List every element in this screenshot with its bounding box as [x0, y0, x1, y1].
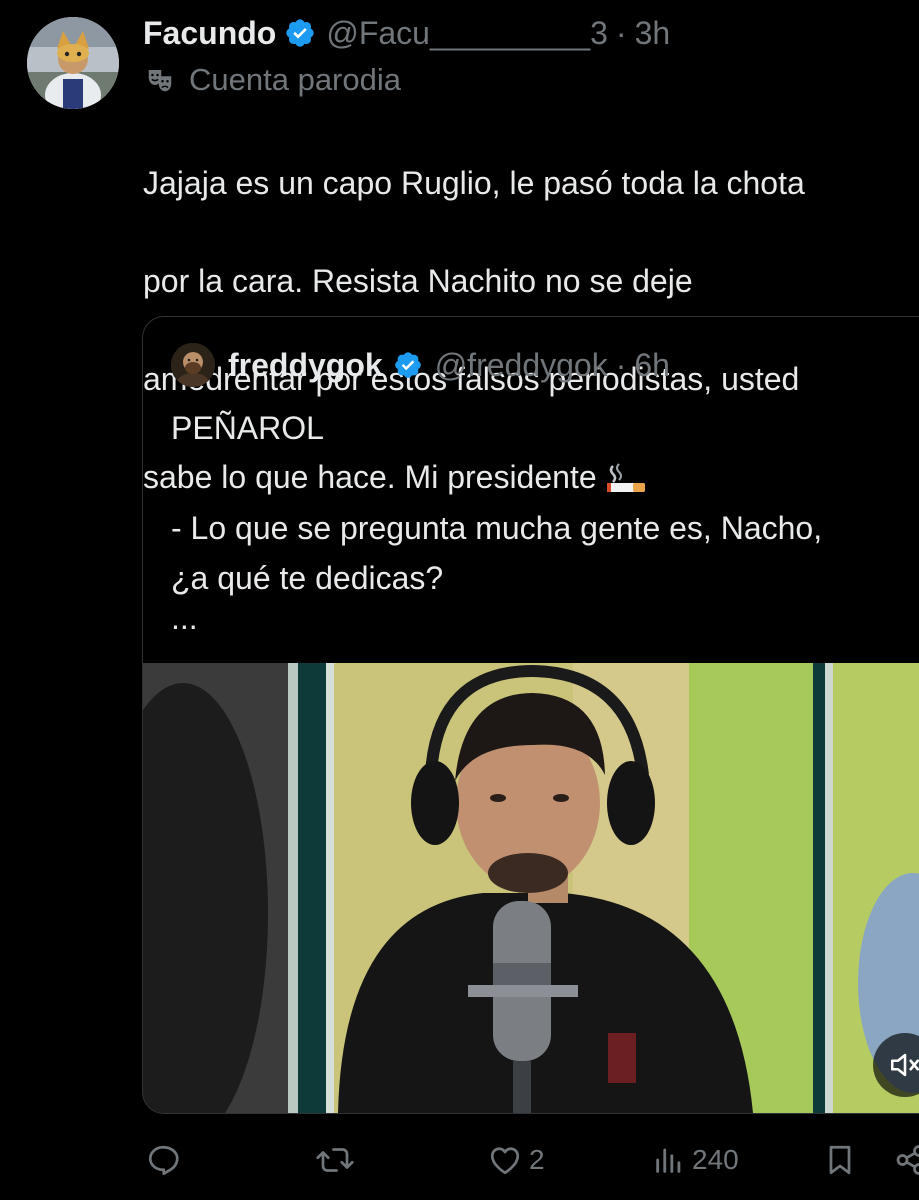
quoted-handle[interactable]: @freddygok — [435, 347, 608, 384]
quoted-text-line: ¿a qué te dedicas? — [171, 560, 444, 596]
tweet[interactable]: Facundo @Facu_________3 · 3h Cuenta paro… — [0, 0, 919, 1200]
share-button[interactable] — [895, 1135, 919, 1185]
author-handle[interactable]: @Facu_________3 — [326, 15, 608, 52]
author-display-name[interactable]: Facundo — [143, 15, 276, 52]
views-count: 240 — [692, 1144, 739, 1175]
theater-masks-icon — [145, 65, 175, 95]
quoted-author-avatar[interactable] — [171, 343, 215, 387]
tweet-text-line: Jajaja es un capo Ruglio, le pasó toda l… — [143, 165, 805, 201]
bookmark-icon — [829, 1145, 851, 1175]
header-separator: · — [615, 14, 627, 51]
reply-button[interactable] — [145, 1135, 181, 1185]
quoted-tweet[interactable]: freddygok @freddygok · 6h PEÑAROL - Lo q… — [142, 316, 919, 1114]
parody-label: Cuenta parodia — [143, 58, 401, 102]
quoted-tweet-text: PEÑAROL - Lo que se pregunta mucha gente… — [171, 403, 822, 653]
retweet-button[interactable] — [315, 1135, 355, 1185]
quoted-text-line: ... — [171, 600, 198, 636]
author-avatar[interactable] — [27, 17, 119, 109]
quoted-text-line: PEÑAROL — [171, 410, 324, 446]
views-icon — [656, 1148, 681, 1173]
quoted-verified-badge-icon — [393, 350, 423, 380]
quoted-tweet-header: freddygok @freddygok · 6h — [171, 339, 670, 391]
retweet-icon — [316, 1148, 354, 1172]
quoted-display-name[interactable]: freddygok — [228, 347, 383, 384]
author-header: Facundo @Facu_________3 · 3h — [143, 10, 670, 56]
speaker-muted-icon — [890, 1053, 919, 1077]
quoted-text-line: - Lo que se pregunta mucha gente es, Nac… — [171, 510, 823, 546]
tweet-timestamp[interactable]: 3h — [635, 15, 671, 52]
quoted-header-separator: · — [615, 346, 627, 383]
views-button[interactable]: 240 — [652, 1135, 739, 1185]
quoted-text-line — [171, 453, 822, 503]
reply-icon — [148, 1145, 179, 1175]
video-frame-image — [143, 663, 919, 1113]
heart-icon — [490, 1147, 520, 1175]
like-button[interactable]: 2 — [487, 1135, 545, 1185]
quoted-video[interactable] — [143, 663, 919, 1113]
like-count: 2 — [529, 1144, 545, 1175]
tweet-text-line: por la cara. Resista Nachito no se deje — [143, 263, 693, 299]
tweet-actions-bar: 2 240 — [0, 1135, 919, 1185]
share-icon — [896, 1145, 919, 1175]
parody-label-text: Cuenta parodia — [189, 62, 401, 97]
verified-badge-icon — [284, 17, 316, 49]
quoted-timestamp[interactable]: 6h — [634, 347, 670, 384]
bookmark-button[interactable] — [822, 1135, 858, 1185]
